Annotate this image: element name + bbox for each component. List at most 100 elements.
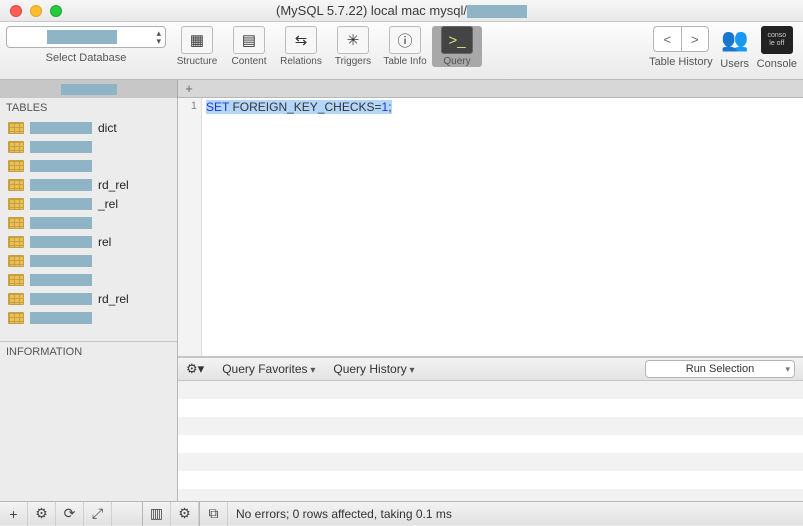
table-row[interactable] <box>0 308 177 327</box>
tables-list: dict rd_rel _relrel rd_rel <box>0 118 177 341</box>
toolbar-tableinfo[interactable]: ⓘ Table Info <box>380 26 430 67</box>
layout-icon[interactable]: ▥ <box>143 502 171 526</box>
table-row[interactable]: rd_rel <box>0 289 177 308</box>
tab-strip: + <box>0 80 803 98</box>
table-history-label: Table History <box>649 56 713 68</box>
table-icon <box>8 312 24 324</box>
add-button[interactable]: + <box>0 502 28 526</box>
connection-tab[interactable] <box>0 80 178 98</box>
redacted-table-name <box>30 179 92 191</box>
redacted-table-name <box>30 274 92 286</box>
toolbar-triggers[interactable]: ✳ Triggers <box>328 26 378 67</box>
code-area[interactable]: SET FOREIGN_KEY_CHECKS=1; <box>202 98 803 356</box>
table-suffix: _rel <box>98 197 118 211</box>
database-select-label: Select Database <box>46 52 127 64</box>
table-row[interactable] <box>0 251 177 270</box>
query-icon: >_ <box>441 26 473 54</box>
structure-icon: ▦ <box>181 26 213 54</box>
table-row[interactable]: rel <box>0 232 177 251</box>
status-bar: + ⚙︎ ⟳ ⤢ ▥ ⚙︎ ⧉ No errors; 0 rows affect… <box>0 501 803 525</box>
toolbar-relations[interactable]: ⇆ Relations <box>276 26 326 67</box>
table-suffix: rd_rel <box>98 292 129 306</box>
query-history-menu[interactable]: Query History <box>333 362 414 376</box>
table-icon <box>8 198 24 210</box>
gear-icon[interactable]: ⚙︎▾ <box>186 361 204 377</box>
table-icon <box>8 122 24 134</box>
window-title: (MySQL 5.7.22) local mac mysql/ <box>0 3 803 18</box>
add-tab-button[interactable]: + <box>178 80 200 97</box>
toolbar-label: Table Info <box>383 56 426 67</box>
redacted-table-name <box>30 141 92 153</box>
history-forward-button[interactable]: > <box>681 26 709 52</box>
table-row[interactable] <box>0 213 177 232</box>
gear-icon[interactable]: ⚙︎ <box>28 502 56 526</box>
users-icon[interactable]: 👥 <box>719 26 751 54</box>
table-history-nav: < > <box>653 26 709 52</box>
console-label: Console <box>757 58 797 70</box>
toolbar-structure[interactable]: ▦ Structure <box>172 26 222 67</box>
toolbar-label: Query <box>443 56 470 67</box>
redacted-selected-db <box>47 30 117 44</box>
table-row[interactable] <box>0 137 177 156</box>
console-icon[interactable]: console off <box>761 26 793 54</box>
history-back-button[interactable]: < <box>653 26 681 52</box>
settings-icon[interactable]: ⚙︎ <box>171 502 199 526</box>
content-area: 1 SET FOREIGN_KEY_CHECKS=1; ⚙︎▾ Query Fa… <box>178 98 803 501</box>
query-editor[interactable]: 1 SET FOREIGN_KEY_CHECKS=1; <box>178 98 803 357</box>
table-icon <box>8 141 24 153</box>
table-icon <box>8 274 24 286</box>
table-icon <box>8 217 24 229</box>
content-icon: ▤ <box>233 26 265 54</box>
redacted-table-name <box>30 236 92 248</box>
tables-header: TABLES <box>0 98 177 118</box>
information-header: INFORMATION <box>6 346 82 358</box>
relations-icon: ⇆ <box>285 26 317 54</box>
toolbar-label: Content <box>231 56 266 67</box>
refresh-icon[interactable]: ⟳ <box>56 502 84 526</box>
redacted-table-name <box>30 160 92 172</box>
table-icon <box>8 255 24 267</box>
table-icon <box>8 160 24 172</box>
table-suffix: rd_rel <box>98 178 129 192</box>
redacted-table-name <box>30 312 92 324</box>
toolbar-label: Structure <box>177 56 218 67</box>
line-gutter: 1 <box>178 98 202 356</box>
updown-icon: ▴▾ <box>156 29 161 45</box>
information-panel: INFORMATION <box>0 341 177 501</box>
titlebar: (MySQL 5.7.22) local mac mysql/ <box>0 0 803 22</box>
redacted-table-name <box>30 122 92 134</box>
redacted-table-name <box>30 293 92 305</box>
table-suffix: rel <box>98 235 111 249</box>
query-favorites-menu[interactable]: Query Favorites <box>222 362 315 376</box>
toolbar-label: Relations <box>280 56 322 67</box>
toolbar-query[interactable]: >_ Query <box>432 26 482 67</box>
redacted-table-name <box>30 217 92 229</box>
table-icon <box>8 179 24 191</box>
expand-icon[interactable]: ⤢ <box>84 502 112 526</box>
status-message: No errors; 0 rows affected, taking 0.1 m… <box>228 507 452 521</box>
table-icon <box>8 236 24 248</box>
results-pane <box>178 381 803 501</box>
table-icon <box>8 293 24 305</box>
table-row[interactable] <box>0 270 177 289</box>
toolbar-content[interactable]: ▤ Content <box>224 26 274 67</box>
table-row[interactable]: _rel <box>0 194 177 213</box>
query-action-bar: ⚙︎▾ Query Favorites Query History Run Se… <box>178 357 803 381</box>
sidebar: TABLES dict rd_rel _relrel rd_rel INFORMATI… <box>0 98 178 501</box>
toolbar-label: Triggers <box>335 56 371 67</box>
triggers-icon: ✳ <box>337 26 369 54</box>
users-label: Users <box>720 58 749 70</box>
run-selection-button[interactable]: Run Selection <box>645 360 795 378</box>
toolbar: ▴▾ Select Database ▦ Structure ▤ Content ⇆ Re… <box>0 22 803 80</box>
tableinfo-icon: ⓘ <box>389 26 421 54</box>
redacted-db-name <box>467 5 527 18</box>
table-suffix: dict <box>98 121 117 135</box>
database-select[interactable]: ▴▾ <box>6 26 166 48</box>
table-row[interactable]: rd_rel <box>0 175 177 194</box>
redacted-table-name <box>30 255 92 267</box>
redacted-table-name <box>30 198 92 210</box>
table-row[interactable] <box>0 156 177 175</box>
copy-icon[interactable]: ⧉ <box>200 502 228 526</box>
redacted-tab-name <box>61 84 117 95</box>
table-row[interactable]: dict <box>0 118 177 137</box>
